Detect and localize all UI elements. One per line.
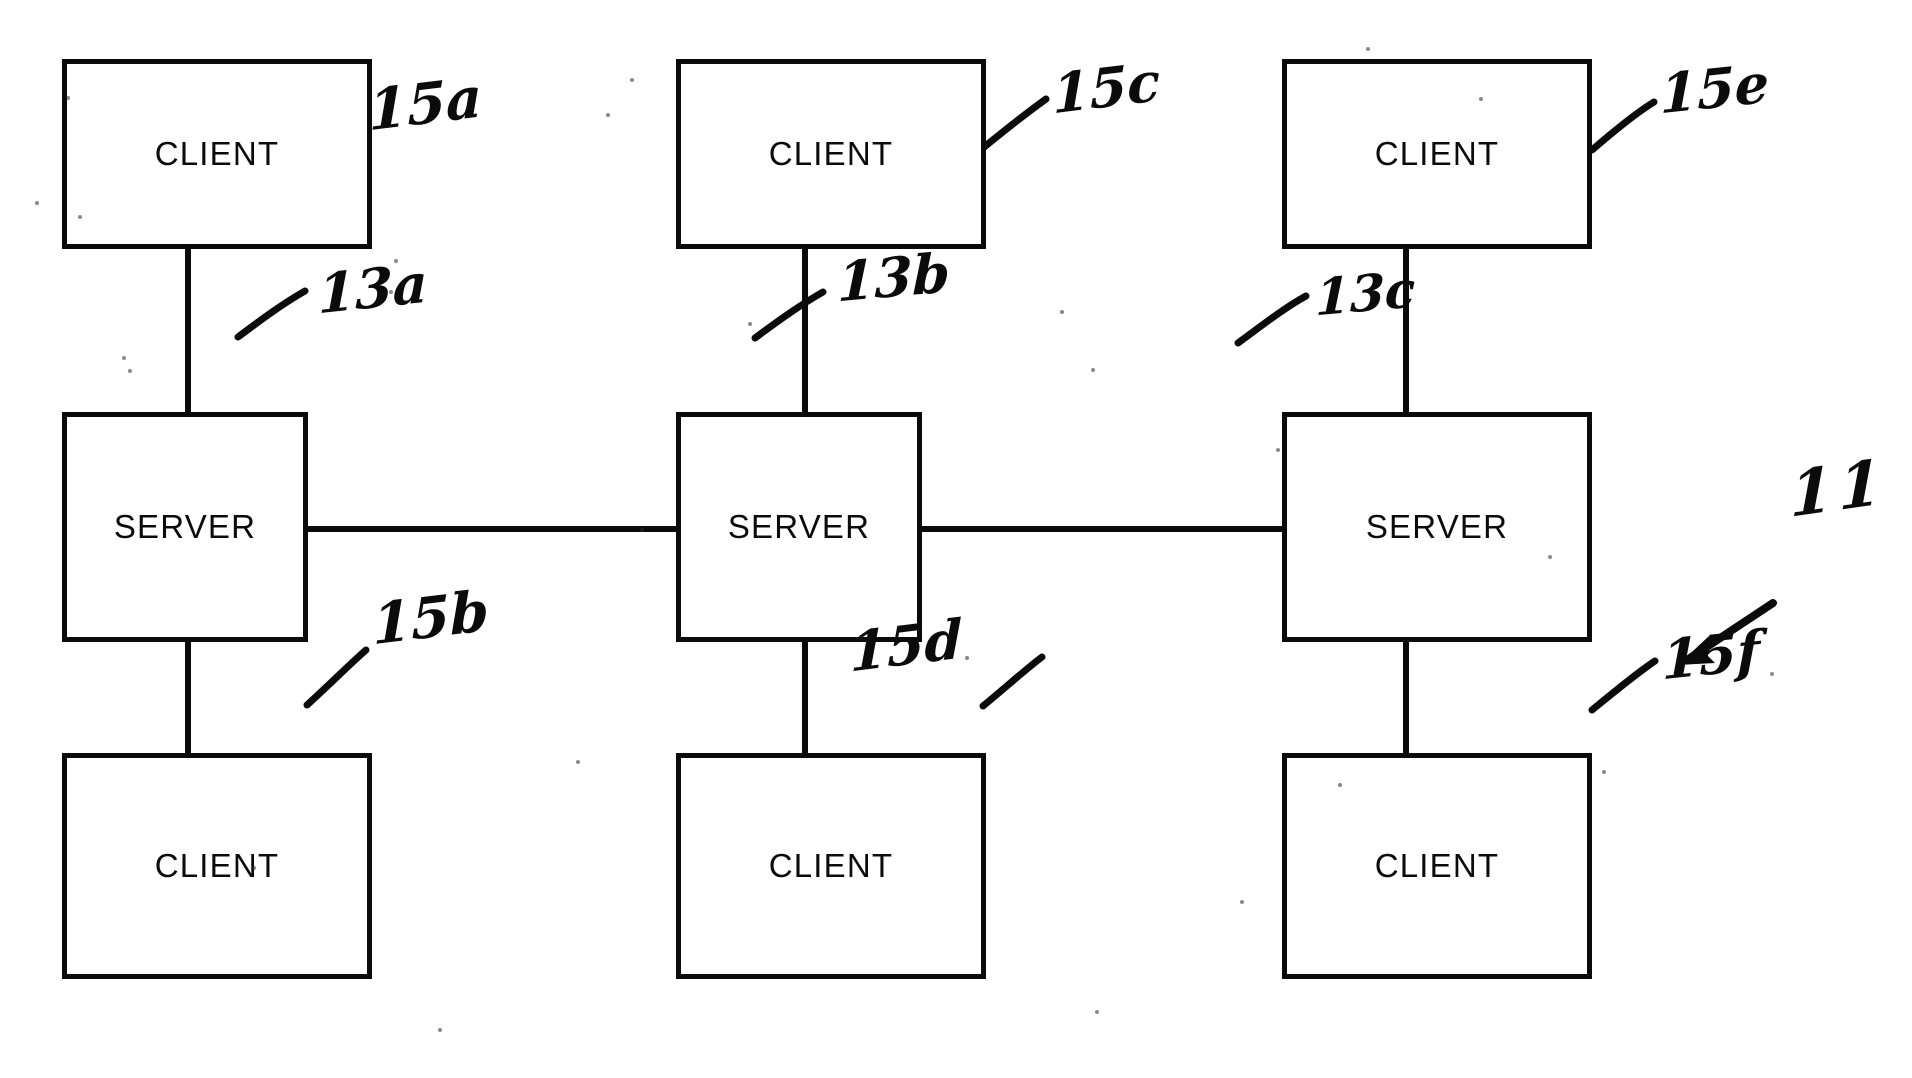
scan-speck: [394, 259, 398, 263]
leader-line-15d: [979, 653, 1046, 710]
scan-speck: [630, 78, 634, 82]
client-box-label: CLIENT: [154, 135, 280, 172]
scan-speck: [1091, 368, 1095, 372]
scan-speck: [252, 866, 256, 870]
scan-speck: [1338, 783, 1342, 787]
scan-speck: [1240, 900, 1244, 904]
client-box-15b[interactable]: CLIENT: [62, 753, 372, 979]
scan-speck: [78, 215, 82, 219]
client-box-15d[interactable]: CLIENT: [676, 753, 986, 979]
scan-speck: [1602, 770, 1606, 774]
scan-speck: [1060, 310, 1064, 314]
scan-speck: [1095, 1010, 1099, 1014]
scan-speck: [748, 322, 752, 326]
reference-numeral-11: 11: [1790, 444, 1888, 532]
client-box-15f[interactable]: CLIENT: [1282, 753, 1592, 979]
patent-figure-canvas: CLIENT SERVER CLIENT CLIENT SERVER CLIEN…: [0, 0, 1912, 1078]
scan-speck: [66, 96, 70, 100]
server-box-13a[interactable]: SERVER: [62, 412, 308, 642]
client-box-label: CLIENT: [768, 135, 894, 172]
client-box-label: CLIENT: [154, 847, 280, 884]
scan-speck: [1479, 97, 1483, 101]
scan-speck: [1770, 672, 1774, 676]
scan-speck: [389, 290, 393, 294]
reference-numeral-15f: 15f: [1662, 617, 1760, 693]
scan-speck: [1276, 448, 1280, 452]
server-box-label: SERVER: [727, 508, 871, 545]
reference-numeral-15d: 15d: [850, 606, 963, 685]
client-box-15e[interactable]: CLIENT: [1282, 59, 1592, 249]
server-box-13c[interactable]: SERVER: [1282, 412, 1592, 642]
scan-speck: [122, 356, 126, 360]
scan-speck: [128, 369, 132, 373]
reference-numeral-15a: 15a: [368, 64, 483, 145]
scan-speck: [576, 760, 580, 764]
leader-line-13c: [1234, 292, 1310, 347]
reference-numeral-15e: 15e: [1660, 50, 1769, 127]
scan-speck: [1366, 47, 1370, 51]
client-box-label: CLIENT: [1374, 847, 1500, 884]
client-box-15c[interactable]: CLIENT: [676, 59, 986, 249]
reference-numeral-13b: 13b: [836, 240, 951, 315]
server-box-13b[interactable]: SERVER: [676, 412, 922, 642]
client-box-label: CLIENT: [768, 847, 894, 884]
server-box-label: SERVER: [113, 508, 257, 545]
scan-speck: [35, 201, 39, 205]
reference-numeral-13c: 13c: [1314, 259, 1416, 328]
scan-speck: [640, 528, 644, 532]
leader-line-13b: [751, 288, 827, 342]
leader-line-15e: [1588, 98, 1658, 154]
scan-speck: [438, 1028, 442, 1032]
scan-speck: [606, 113, 610, 117]
leader-line-15c: [979, 95, 1050, 152]
reference-numeral-15c: 15c: [1052, 48, 1161, 127]
leader-line-15b: [303, 646, 370, 709]
client-box-label: CLIENT: [1374, 135, 1500, 172]
reference-numeral-13a: 13a: [318, 250, 428, 327]
leader-line-15f: [1588, 657, 1659, 714]
scan-speck: [1548, 555, 1552, 559]
client-box-15a[interactable]: CLIENT: [62, 59, 372, 249]
leader-line-13a: [234, 287, 309, 341]
server-box-label: SERVER: [1365, 508, 1509, 545]
scan-speck: [965, 656, 969, 660]
